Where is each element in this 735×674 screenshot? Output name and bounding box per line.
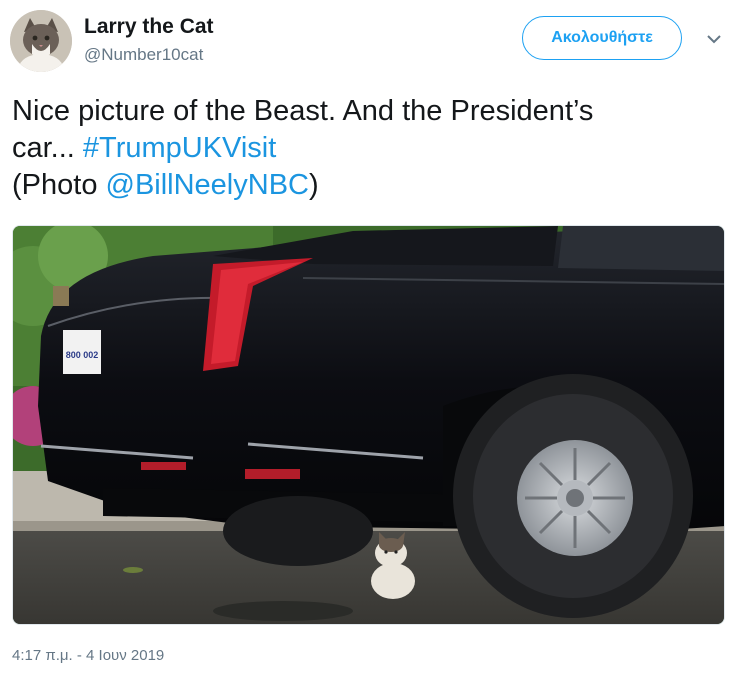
tweet-header: Larry the Cat @Number10cat Ακολουθήστε: [0, 0, 735, 80]
tweet-line: (Photo @BillNeelyNBC): [12, 167, 724, 204]
user-handle[interactable]: @Number10cat: [84, 45, 203, 65]
avatar[interactable]: [10, 10, 72, 72]
follow-button[interactable]: Ακολουθήστε: [522, 16, 682, 60]
car-photo-image: 800 002: [13, 226, 724, 624]
tweet-text: Nice picture of the Beast. And the Presi…: [12, 93, 724, 204]
license-plate-text: 800 002: [66, 350, 99, 360]
tweet-line: car... #TrumpUKVisit: [12, 130, 724, 167]
tweet-text-segment: Nice picture of the Beast. And the Presi…: [12, 95, 594, 127]
cat-avatar-icon: [10, 10, 72, 72]
hashtag-link[interactable]: #TrumpUKVisit: [83, 132, 276, 164]
tweet-text-segment: car...: [12, 132, 83, 164]
tweet-line: Nice picture of the Beast. And the Presi…: [12, 93, 724, 130]
tweet-timestamp[interactable]: 4:17 π.μ. - 4 Ιουν 2019: [12, 647, 164, 664]
tweet-photo[interactable]: 800 002: [12, 225, 725, 625]
chevron-down-icon[interactable]: [701, 30, 727, 50]
tweet-text-segment: (Photo: [12, 169, 106, 201]
display-name[interactable]: Larry the Cat: [84, 15, 214, 39]
tweet-text-segment: ): [308, 169, 319, 201]
mention-link[interactable]: @BillNeelyNBC: [106, 169, 309, 201]
